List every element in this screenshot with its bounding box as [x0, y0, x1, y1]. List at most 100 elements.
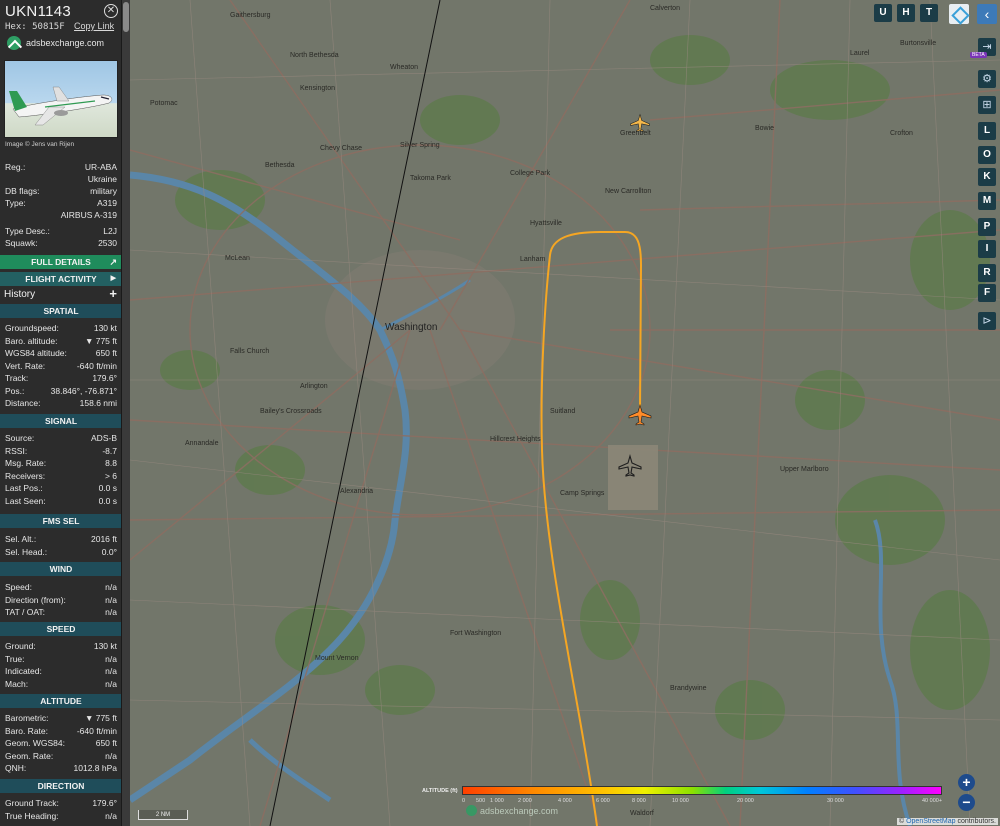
map-view[interactable]: Gaithersburg North Bethesda Kensington Whea…	[130, 0, 1000, 826]
altitude-tick: 1 000	[490, 798, 504, 804]
map-label: Arlington	[300, 383, 328, 390]
aircraft-icon-selected	[628, 403, 652, 426]
copy-link-button[interactable]: Copy Link	[74, 21, 114, 31]
section-header-wind[interactable]: WIND	[0, 562, 121, 576]
fms-row: Sel. Alt.: 2016 ft	[5, 534, 117, 544]
plus-icon[interactable]: +	[109, 287, 117, 301]
info-row: Type Desc.: L2J	[5, 226, 117, 236]
toolbar-m-button[interactable]: M	[978, 192, 996, 210]
altitude-row: Geom. Rate: n/a	[5, 751, 117, 761]
map-label: McLean	[225, 255, 250, 262]
map-label: Kensington	[300, 85, 336, 92]
speed-key: Indicated:	[5, 666, 42, 676]
toolbar-f-button[interactable]: F	[978, 284, 996, 302]
speed-row: Mach: n/a	[5, 679, 117, 689]
info-row: Type: A319	[5, 198, 117, 208]
spatial-key: Pos.:	[5, 385, 25, 396]
info-value: Ukraine	[87, 174, 117, 184]
altitude-tick: 0	[462, 798, 466, 804]
info-value: UR-ABA	[84, 162, 117, 172]
settings-icon[interactable]: ⚙	[978, 70, 996, 88]
direction-key: Ground Track:	[5, 798, 59, 808]
toolbar-t-button[interactable]: T	[920, 4, 938, 22]
beta-badge: BETA	[970, 52, 987, 58]
section-header-fms[interactable]: FMS SEL	[0, 514, 121, 528]
altitude-value: 650 ft	[95, 738, 117, 749]
signal-value: > 6	[104, 470, 117, 481]
collapse-icon[interactable]: ‹	[977, 4, 997, 24]
info-key: Type Desc.:	[5, 226, 50, 236]
flight-activity-button[interactable]: FLIGHT ACTIVITY ▶	[0, 272, 121, 286]
fms-key: Sel. Alt.:	[5, 534, 37, 544]
hex-code: 50815F	[32, 22, 65, 32]
adsbexchange-link[interactable]: adsbexchange.com	[7, 35, 104, 51]
callsign: UKN1143	[5, 3, 72, 20]
spatial-row: WGS84 altitude: 650 ft	[5, 348, 117, 358]
map-label: Waldorf	[630, 810, 654, 817]
signal-row: Last Pos.: 0.0 s	[5, 483, 117, 493]
signal-key: Last Pos.:	[5, 483, 43, 493]
spatial-key: Vert. Rate:	[5, 360, 46, 371]
altitude-tick: 20 000	[737, 798, 754, 804]
toolbar-l-button[interactable]: L	[978, 122, 996, 140]
spatial-row: Distance: 158.6 nmi	[5, 398, 117, 408]
fms-value: 2016 ft	[91, 534, 117, 544]
info-value: AIRBUS A-319	[60, 210, 117, 220]
section-header-speed[interactable]: SPEED	[0, 622, 121, 636]
info-value: L2J	[103, 226, 117, 236]
spatial-value: 179.6°	[92, 373, 117, 383]
signal-key: Msg. Rate:	[5, 458, 47, 468]
section-header-altitude[interactable]: ALTITUDE	[0, 694, 121, 708]
toolbar-k-button[interactable]: K	[978, 168, 996, 186]
osm-link[interactable]: OpenStreetMap	[906, 818, 955, 825]
map-label: Gaithersburg	[230, 12, 271, 19]
fms-key: Sel. Head.:	[5, 546, 48, 557]
section-header-signal[interactable]: SIGNAL	[0, 414, 121, 428]
wind-key: TAT / OAT:	[5, 607, 45, 617]
history-toggle[interactable]: History +	[0, 287, 121, 302]
speed-value: n/a	[105, 666, 117, 676]
section-header-spatial[interactable]: SPATIAL	[0, 304, 121, 318]
direction-value: 179.6°	[92, 798, 117, 808]
altitude-value: n/a	[105, 750, 117, 761]
toolbar-h-button[interactable]: H	[897, 4, 915, 22]
signal-value: 0.0 s	[98, 483, 117, 493]
map-label: Brandywine	[670, 685, 707, 692]
aircraft-photo[interactable]	[4, 60, 118, 138]
map-attribution: © OpenStreetMap contributors.	[896, 818, 998, 825]
info-value: 2530	[98, 238, 117, 248]
spatial-row: Pos.: 38.846°, -76.871°	[5, 386, 117, 396]
map-label: Bowie	[755, 125, 775, 132]
full-details-button[interactable]: FULL DETAILS ↗	[0, 255, 121, 269]
wind-value: n/a	[105, 594, 117, 605]
map-label: Upper Marlboro	[780, 466, 829, 473]
info-value: military	[90, 186, 117, 196]
layers-icon[interactable]	[949, 4, 969, 24]
signal-key: RSSI:	[5, 445, 28, 456]
replay-icon[interactable]: ⊳	[978, 312, 996, 330]
map-label: Annandale	[185, 440, 219, 447]
speed-row: Ground: 130 kt	[5, 641, 117, 651]
section-header-direction[interactable]: DIRECTION	[0, 779, 121, 793]
speed-row: True: n/a	[5, 654, 117, 664]
toolbar-p-button[interactable]: P	[978, 218, 996, 236]
toolbar-i-button[interactable]: I	[978, 240, 996, 258]
scrollbar-thumb[interactable]	[123, 2, 129, 32]
close-icon[interactable]: ✕	[104, 4, 118, 18]
spatial-key: Groundspeed:	[5, 323, 59, 333]
zoom-in-button[interactable]: +	[958, 774, 975, 791]
watermark: adsbexchange.com	[466, 805, 558, 816]
altitude-key: Geom. WGS84:	[5, 738, 65, 749]
sidebar-scrollbar[interactable]	[122, 0, 130, 826]
zoom-out-button[interactable]: −	[958, 794, 975, 811]
info-row: Reg.: UR-ABA	[5, 162, 117, 172]
altitude-key: Barometric:	[5, 713, 49, 723]
altitude-legend-title: ALTITUDE (ft)	[422, 788, 458, 794]
toolbar-r-button[interactable]: R	[978, 264, 996, 282]
toolbar-u-button[interactable]: U	[874, 4, 892, 22]
sitemap-icon[interactable]: ⊞	[978, 96, 996, 114]
info-row: Ukraine	[5, 174, 117, 184]
altitude-tick: 4 000	[558, 798, 572, 804]
map-label: Bethesda	[265, 162, 295, 169]
toolbar-o-button[interactable]: O	[978, 146, 996, 164]
